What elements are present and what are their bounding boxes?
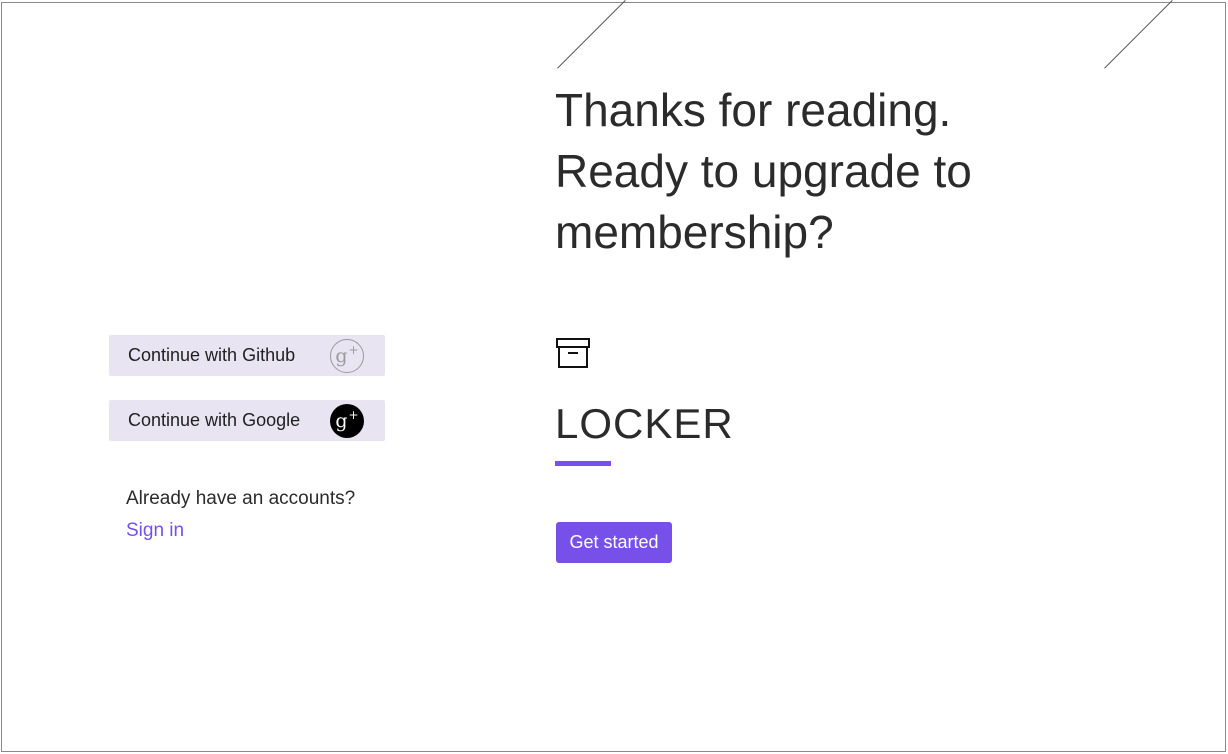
google-plus-outline-icon: g + <box>330 338 364 373</box>
page-headline: Thanks for reading. Ready to upgrade to … <box>555 84 972 258</box>
sign-in-link[interactable]: Sign in <box>126 520 184 542</box>
brand-name: LOCKER <box>555 400 734 447</box>
github-button-label: Continue with Github <box>128 345 296 365</box>
continue-with-github-button[interactable]: Continue with Github g + <box>109 335 385 376</box>
google-button-label: Continue with Google <box>128 410 301 430</box>
archive-box-icon <box>556 338 590 368</box>
continue-with-google-button[interactable]: Continue with Google g + <box>109 400 385 441</box>
already-have-account-text: Already have an accounts? <box>126 488 356 509</box>
brand-underline <box>555 461 611 466</box>
get-started-button[interactable]: Get started <box>556 522 672 563</box>
google-plus-solid-icon: g + <box>330 403 364 438</box>
